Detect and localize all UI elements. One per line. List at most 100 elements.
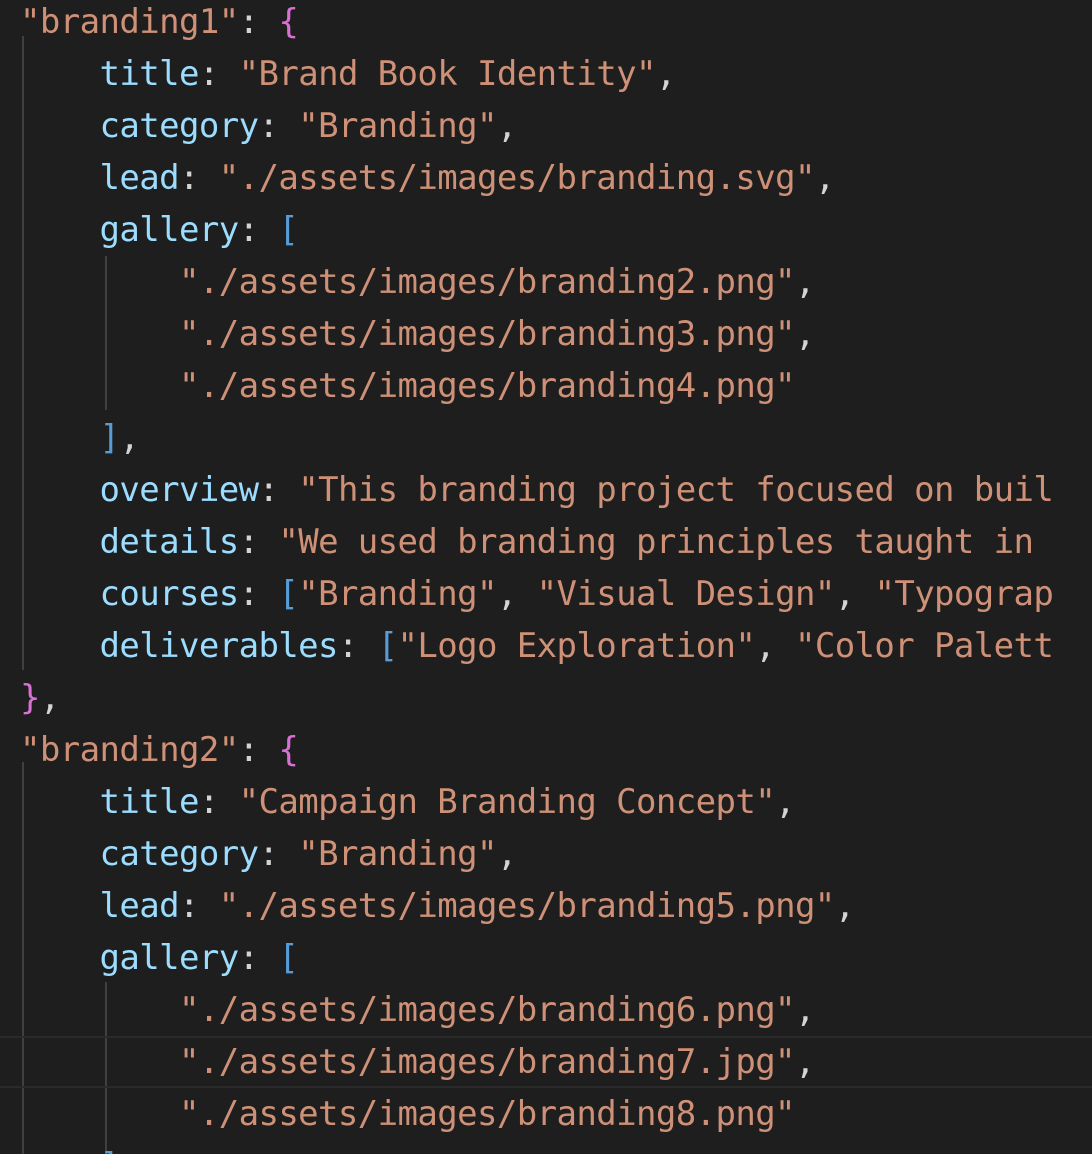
code-token: lead: [99, 886, 179, 926]
code-token: details: [99, 522, 239, 562]
code-line[interactable]: gallery: [: [0, 932, 1092, 984]
code-token: :: [198, 54, 239, 94]
code-line[interactable]: "./assets/images/branding7.jpg",: [0, 1036, 1092, 1088]
code-token: ,: [496, 106, 517, 146]
code-token: "./assets/images/branding7.jpg": [178, 1042, 796, 1082]
code-token: ,: [794, 1042, 815, 1082]
code-line[interactable]: },: [0, 672, 1092, 724]
code-token: :: [198, 782, 239, 822]
code-token: ,: [39, 678, 60, 718]
code-token: ,: [496, 574, 537, 614]
code-line[interactable]: "branding2": {: [0, 724, 1092, 776]
code-token: "Branding": [298, 834, 497, 874]
code-line[interactable]: category: "Branding",: [0, 100, 1092, 152]
code-token: :: [238, 730, 279, 770]
code-token: "This branding project focused on buil: [298, 470, 1054, 510]
code-line[interactable]: ],: [0, 412, 1092, 464]
code-token: [: [377, 626, 398, 666]
code-line[interactable]: details: "We used branding principles ta…: [0, 516, 1092, 568]
code-token: category: [99, 106, 259, 146]
code-token: "Brand Book Identity": [238, 54, 657, 94]
code-line[interactable]: "./assets/images/branding2.png",: [0, 256, 1092, 308]
code-token: "./assets/images/branding8.png": [178, 1094, 796, 1134]
code-line[interactable]: ]: [0, 1140, 1092, 1154]
code-line[interactable]: "./assets/images/branding4.png": [0, 360, 1092, 412]
code-token: :: [258, 106, 299, 146]
code-token: category: [99, 834, 259, 874]
code-token: :: [238, 2, 279, 42]
code-line[interactable]: "./assets/images/branding3.png",: [0, 308, 1092, 360]
code-token: ,: [496, 834, 517, 874]
code-token: :: [238, 210, 279, 250]
code-token: "Campaign Branding Concept": [238, 782, 776, 822]
code-line[interactable]: lead: "./assets/images/branding.svg",: [0, 152, 1092, 204]
code-token: ,: [814, 158, 835, 198]
code-token: :: [258, 470, 299, 510]
code-line[interactable]: overview: "This branding project focused…: [0, 464, 1092, 516]
code-line[interactable]: gallery: [: [0, 204, 1092, 256]
code-token: gallery: [99, 210, 239, 250]
code-token: ,: [755, 626, 795, 666]
code-token: "Visual Design": [536, 574, 836, 614]
code-line[interactable]: title: "Campaign Branding Concept",: [0, 776, 1092, 828]
code-token: :: [337, 626, 378, 666]
code-token: "./assets/images/branding6.png": [178, 990, 796, 1030]
code-token: ,: [794, 314, 815, 354]
code-token: ,: [834, 574, 875, 614]
code-line[interactable]: category: "Branding",: [0, 828, 1092, 880]
code-line[interactable]: "branding1": {: [0, 0, 1092, 48]
code-line[interactable]: "./assets/images/branding6.png",: [0, 984, 1092, 1036]
code-token: overview: [99, 470, 259, 510]
code-token: "./assets/images/branding5.png": [218, 886, 836, 926]
code-token: ]: [99, 418, 120, 458]
code-token: ]: [99, 1146, 119, 1154]
code-token: :: [238, 938, 279, 978]
code-token: "Branding": [298, 106, 497, 146]
code-token: "Logo Exploration": [397, 626, 756, 666]
code-line[interactable]: "./assets/images/branding8.png": [0, 1088, 1092, 1140]
code-token: [: [278, 210, 299, 250]
code-token: ,: [794, 262, 815, 302]
code-token: :: [258, 834, 299, 874]
code-token: ,: [775, 782, 795, 822]
code-token: title: [99, 54, 199, 94]
code-line[interactable]: title: "Brand Book Identity",: [0, 48, 1092, 100]
code-token: gallery: [99, 938, 239, 978]
code-token: :: [178, 886, 219, 926]
code-token: "We used branding principles taught in: [278, 522, 1054, 562]
code-token: :: [238, 574, 279, 614]
code-token: :: [178, 158, 219, 198]
code-token: courses: [99, 574, 239, 614]
code-token: ,: [655, 54, 676, 94]
code-token: "./assets/images/branding.svg": [218, 158, 816, 198]
code-token: "Typograp: [874, 574, 1054, 614]
code-token: {: [278, 2, 299, 42]
code-line[interactable]: lead: "./assets/images/branding5.png",: [0, 880, 1092, 932]
code-token: {: [278, 730, 299, 770]
code-token: deliverables: [99, 626, 338, 666]
code-token: "Color Palett: [794, 626, 1054, 666]
code-line[interactable]: courses: ["Branding", "Visual Design", "…: [0, 568, 1092, 620]
code-line[interactable]: deliverables: ["Logo Exploration", "Colo…: [0, 620, 1092, 672]
code-editor[interactable]: "branding1": { title: "Brand Book Identi…: [0, 0, 1092, 1154]
code-token: }: [20, 678, 40, 718]
code-token: title: [99, 782, 199, 822]
